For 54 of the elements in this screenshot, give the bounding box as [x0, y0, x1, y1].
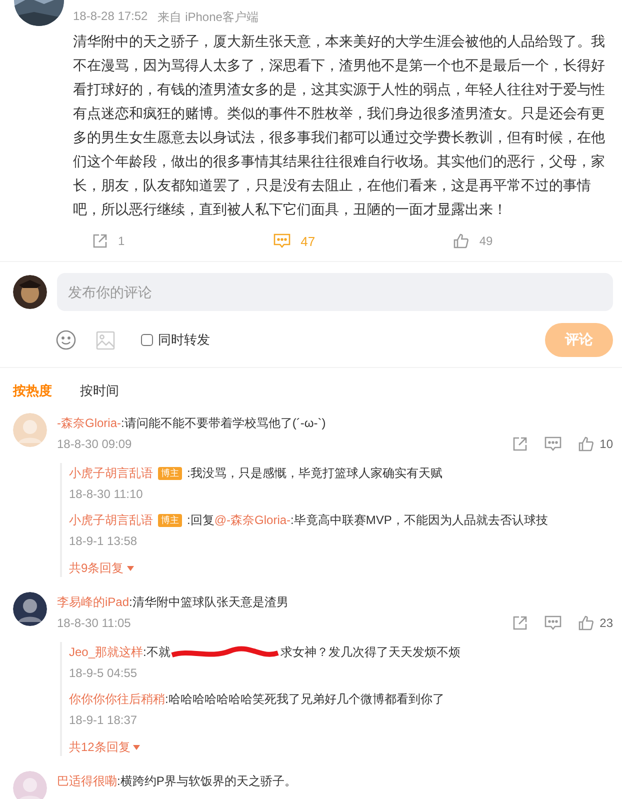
- reply-text: 你你你你往后稍稍:哈哈哈哈哈哈哈笑死我了兄弟好几个微博都看到你了: [69, 691, 446, 708]
- replier-name[interactable]: 小虎子胡言乱语: [69, 466, 153, 480]
- like-action[interactable]: 49: [434, 231, 615, 251]
- like-count: 10: [600, 437, 613, 451]
- repost-checkbox[interactable]: [141, 334, 153, 346]
- reply-time: 18-8-30 11:10: [69, 486, 144, 503]
- repost-action[interactable]: 1: [73, 231, 254, 251]
- mention-link[interactable]: @-森奈Gloria-: [214, 513, 291, 527]
- comment-text: 李易峰的iPad:清华附中篮球队张天意是渣男: [57, 594, 290, 611]
- commenter-name[interactable]: 巴适得很嘞: [57, 774, 117, 788]
- like-count: 23: [600, 616, 613, 630]
- more-replies-link[interactable]: 共9条回复: [69, 559, 134, 577]
- comment-text: -森奈Gloria-:请问能不能不要带着学校骂他了(´-ω-`): [57, 415, 327, 432]
- caret-icon: [126, 566, 134, 570]
- reply-time: 18-9-1 18:37: [69, 712, 138, 729]
- like-icon[interactable]: [578, 436, 594, 452]
- repost-label[interactable]: 同时转发: [158, 331, 210, 349]
- blogger-badge: 博主: [158, 514, 182, 527]
- post-time[interactable]: 18-8-28 17:52: [73, 9, 148, 26]
- replier-name[interactable]: 小虎子胡言乱语: [69, 513, 153, 527]
- image-icon[interactable]: [96, 330, 115, 350]
- reply-text: 小虎子胡言乱语 博主 :回复@-森奈Gloria-:毕竟高中联赛MVP，不能因为人品就去否认球技: [69, 512, 549, 529]
- replier-name[interactable]: 你你你你往后稍稍: [69, 692, 165, 706]
- caret-icon: [133, 744, 140, 750]
- submit-button[interactable]: 评论: [545, 323, 613, 357]
- sort-tab[interactable]: 按时间: [80, 382, 119, 404]
- comment-icon: [272, 233, 291, 249]
- comment-input[interactable]: 发布你的评论: [57, 273, 613, 311]
- comment-action[interactable]: 47: [254, 231, 434, 251]
- emoji-icon[interactable]: [56, 330, 76, 350]
- commenter-name[interactable]: 李易峰的iPad: [57, 595, 130, 609]
- post-source: 来自 iPhone客户端: [158, 9, 258, 26]
- avatar[interactable]: [13, 592, 47, 626]
- share-icon[interactable]: [512, 436, 528, 452]
- post-text: 清华附中的天之骄子，厦大新生张天意，本来美好的大学生涯会被他的人品给毁了。我不在漫骂，因为骂得人太多了，深思看下，渣男他不是第一个也不是最后一个，长得好看打球好的，有钱的渣男渣女多的是，这其实源于人性的弱点，年轻人往往对于爱与性有点迷恋和疯狂的赌博。类似的事件不胜枚举，我们身边很多渣男渣女。只是还会有更多的男生女生愿意去以身试法，很多事我们都可以通过交学费长教训，但有时候，在他们这个年龄段，做出的很多事情其结果往往很难自行收场。其实他们的恶行，父母，家长，朋友，队友都知道罢了，只是没有去阻止，在他们看来，这是再平常不过的事情吧，所以恶行继续，直到被人私下它们面具，丑陋的一面才显露出来！: [73, 32, 606, 219]
- sort-tab[interactable]: 按热度: [13, 382, 52, 404]
- reply-text: Jeo_那就这样:不就 求女神？发几次得了天天发烦不烦: [69, 644, 462, 662]
- comment-text: 巴适得很嘞:横跨约P界与软饭界的天之骄子。: [57, 773, 298, 790]
- replier-name[interactable]: Jeo_那就这样: [69, 645, 144, 659]
- like-icon[interactable]: [578, 615, 594, 631]
- share-icon: [92, 233, 108, 249]
- user-avatar[interactable]: [13, 275, 47, 309]
- like-icon: [453, 233, 470, 249]
- comment-icon[interactable]: [544, 615, 562, 631]
- comment-time: 18-8-30 09:09: [57, 437, 132, 451]
- blogger-badge: 博主: [158, 467, 182, 480]
- comment-time: 18-8-30 11:05: [57, 616, 131, 630]
- reply-text: 小虎子胡言乱语 博主 :我没骂，只是感慨，毕竟打篮球人家确实有天赋: [69, 465, 444, 482]
- reply-time: 18-9-1 13:58: [69, 533, 138, 550]
- reply-time: 18-9-5 04:55: [69, 665, 138, 682]
- more-replies-link[interactable]: 共12条回复: [69, 738, 140, 756]
- share-icon[interactable]: [512, 615, 528, 631]
- commenter-name[interactable]: -森奈Gloria-: [57, 416, 122, 430]
- comment-icon[interactable]: [544, 436, 562, 452]
